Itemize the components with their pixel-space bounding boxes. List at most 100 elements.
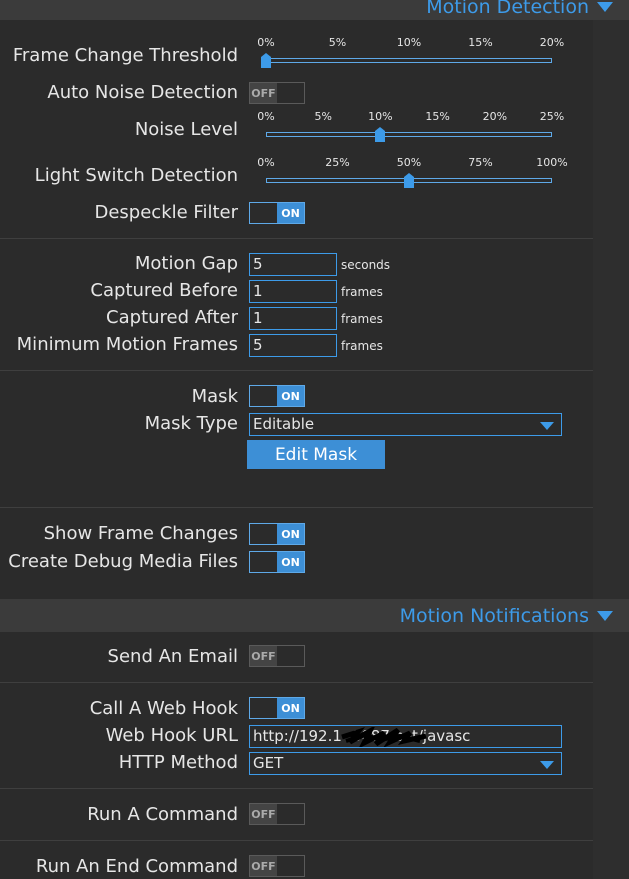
divider	[0, 370, 593, 371]
motion-gap-label: Motion Gap	[134, 253, 238, 274]
toggle-state-label: ON	[277, 698, 304, 718]
slider-tick-label: 10%	[396, 36, 422, 49]
toggle-state-label: ON	[277, 386, 304, 406]
toggle-state-label: OFF	[250, 646, 277, 666]
slider-tick-label: 15%	[425, 110, 450, 123]
create-debug-media-files-toggle[interactable]: ON	[249, 551, 305, 573]
run-an-end-command-label: Run An End Command	[35, 856, 238, 877]
toggle-knob	[250, 698, 277, 718]
mask-type-select[interactable]: Editable	[249, 413, 562, 436]
slider-tick-label: 20%	[482, 110, 508, 123]
slider-ticks: 0% 5% 10% 15% 20% 25%	[257, 110, 565, 124]
http-method-value: GET	[253, 754, 284, 772]
frame-change-threshold-label: Frame Change Threshold	[12, 45, 238, 66]
send-an-email-toggle[interactable]: OFF	[249, 645, 305, 667]
slider-tick-label: 20%	[539, 36, 565, 49]
slider-tick-label: 5%	[314, 110, 332, 123]
motion-notifications-header[interactable]: Motion Notifications	[0, 599, 629, 632]
slider-track[interactable]	[266, 58, 552, 63]
motion-detection-title: Motion Detection	[426, 0, 589, 18]
side-rail	[593, 0, 629, 879]
collapse-triangle-icon[interactable]	[597, 2, 613, 12]
motion-detection-header[interactable]: Motion Detection	[0, 0, 629, 20]
light-switch-detection-slider[interactable]: 0% 25% 50% 75% 100%	[257, 156, 568, 188]
captured-after-label: Captured After	[106, 307, 238, 328]
toggle-state-label: OFF	[250, 856, 277, 876]
toggle-knob	[277, 83, 304, 103]
toggle-knob	[250, 386, 277, 406]
toggle-knob	[250, 524, 277, 544]
minimum-motion-frames-label: Minimum Motion Frames	[16, 334, 238, 355]
divider	[0, 788, 593, 789]
create-debug-media-files-label: Create Debug Media Files	[8, 551, 238, 572]
show-frame-changes-toggle[interactable]: ON	[249, 523, 305, 545]
mask-type-label: Mask Type	[144, 413, 238, 434]
run-a-command-label: Run A Command	[87, 804, 238, 825]
toggle-state-label: OFF	[250, 804, 277, 824]
slider-tick-label: 0%	[257, 36, 275, 49]
http-method-select[interactable]: GET	[249, 752, 562, 775]
captured-after-input[interactable]: 1	[249, 307, 337, 330]
motion-notifications-title: Motion Notifications	[399, 604, 589, 627]
slider-tick-label: 50%	[396, 156, 422, 169]
http-method-label: HTTP Method	[118, 752, 238, 773]
auto-noise-detection-label: Auto Noise Detection	[47, 82, 238, 103]
slider-tick-label: 5%	[328, 36, 347, 49]
noise-level-label: Noise Level	[134, 119, 238, 140]
slider-tick-label: 0%	[257, 156, 275, 169]
slider-thumb[interactable]	[261, 53, 271, 68]
show-frame-changes-label: Show Frame Changes	[43, 523, 238, 544]
run-a-command-toggle[interactable]: OFF	[249, 803, 305, 825]
toggle-knob	[250, 203, 277, 223]
call-a-web-hook-label: Call A Web Hook	[89, 698, 238, 719]
slider-tick-label: 0%	[257, 110, 275, 123]
despeckle-filter-toggle[interactable]: ON	[249, 202, 305, 224]
divider	[0, 840, 593, 841]
motion-gap-input[interactable]: 5	[249, 253, 337, 276]
mask-type-value: Editable	[253, 415, 315, 433]
toggle-knob	[277, 804, 304, 824]
slider-tick-label: 15%	[468, 36, 493, 49]
toggle-knob	[277, 646, 304, 666]
captured-after-unit: frames	[341, 312, 383, 326]
slider-tick-label: 10%	[368, 110, 393, 123]
toggle-state-label: ON	[277, 203, 304, 223]
chevron-down-icon	[540, 761, 554, 769]
captured-before-label: Captured Before	[90, 280, 238, 301]
divider	[0, 507, 593, 508]
minimum-motion-frames-input[interactable]: 5	[249, 334, 337, 357]
toggle-state-label: OFF	[250, 83, 277, 103]
frame-change-threshold-slider[interactable]: 0% 5% 10% 15% 20%	[257, 36, 565, 68]
web-hook-url-label: Web Hook URL	[105, 725, 238, 746]
slider-tick-label: 75%	[468, 156, 493, 169]
captured-before-unit: frames	[341, 285, 383, 299]
redaction-scribble	[340, 724, 430, 749]
slider-thumb[interactable]	[404, 173, 414, 188]
slider-thumb[interactable]	[375, 127, 386, 142]
toggle-state-label: ON	[277, 524, 304, 544]
toggle-state-label: ON	[277, 552, 304, 572]
slider-tick-label: 25%	[539, 110, 565, 123]
toggle-knob	[250, 552, 277, 572]
divider	[0, 682, 593, 683]
divider	[0, 238, 593, 239]
send-an-email-label: Send An Email	[107, 646, 238, 667]
mask-label: Mask	[191, 386, 238, 407]
noise-level-slider[interactable]: 0% 5% 10% 15% 20% 25%	[257, 110, 565, 142]
chevron-down-icon	[540, 422, 554, 430]
auto-noise-detection-toggle[interactable]: OFF	[249, 82, 305, 104]
light-switch-detection-label: Light Switch Detection	[34, 165, 238, 186]
collapse-triangle-icon[interactable]	[597, 610, 613, 621]
edit-mask-button[interactable]: Edit Mask	[247, 440, 385, 469]
mask-toggle[interactable]: ON	[249, 385, 305, 407]
toggle-knob	[277, 856, 304, 876]
minimum-motion-frames-unit: frames	[341, 339, 383, 353]
run-an-end-command-toggle[interactable]: OFF	[249, 855, 305, 877]
captured-before-input[interactable]: 1	[249, 280, 337, 303]
slider-tick-label: 25%	[325, 156, 350, 169]
slider-track[interactable]	[266, 132, 552, 137]
call-a-web-hook-toggle[interactable]: ON	[249, 697, 305, 719]
motion-gap-unit: seconds	[341, 258, 391, 272]
slider-ticks: 0% 5% 10% 15% 20%	[257, 36, 565, 50]
despeckle-filter-label: Despeckle Filter	[94, 202, 238, 223]
